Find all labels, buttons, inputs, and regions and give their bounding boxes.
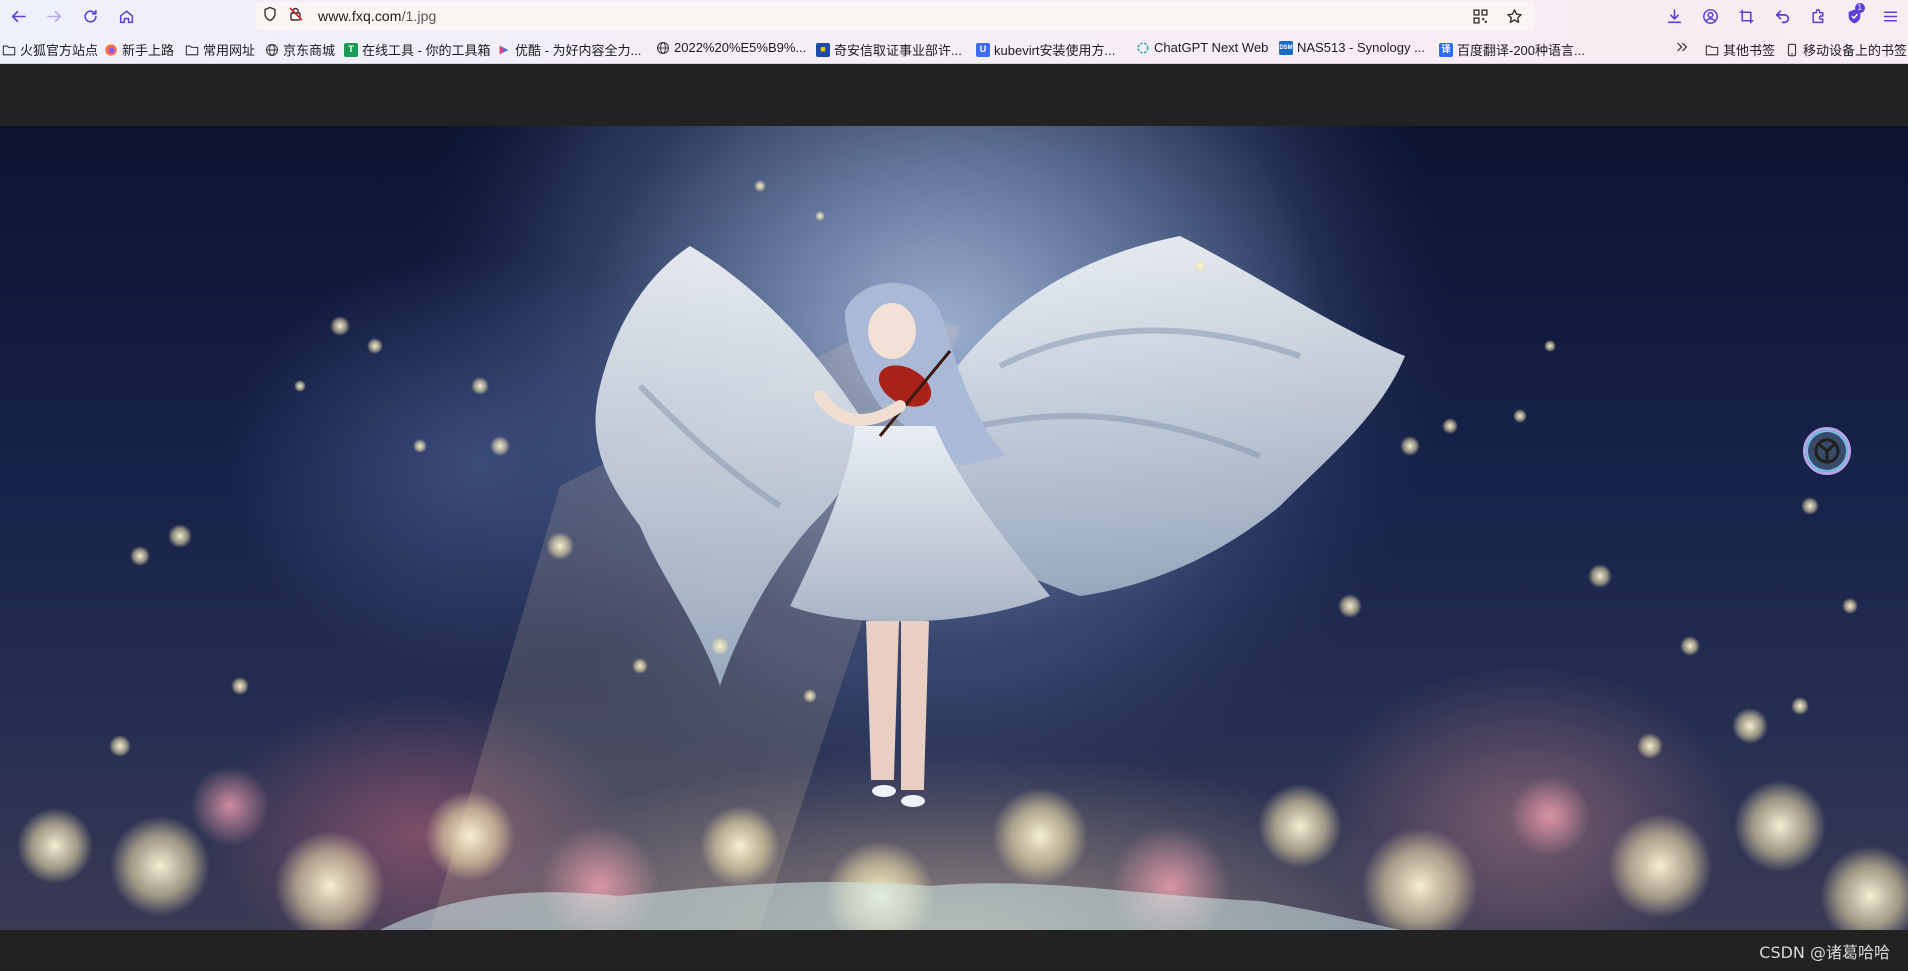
navigation-buttons [4,2,140,30]
wallpaper-image [0,126,1908,930]
bookmark-label: 其他书签 [1723,43,1776,58]
globe-icon [656,41,670,55]
account-icon [1702,8,1718,24]
bookmark-label: ChatGPT Next Web [1154,40,1269,55]
bookmark-label: 优酷 - 为好内容全力... [515,43,642,58]
bookmark-star-button[interactable] [1500,2,1528,30]
bookmark-encoded-url[interactable]: 2022%20%E5%B9%... [656,40,806,55]
chevron-double-right-icon [1675,40,1689,54]
csdn-watermark: CSDN @诸葛哈哈 [1759,943,1890,962]
crop-icon [1739,9,1753,23]
qr-code-icon [1472,8,1488,24]
bookmark-jd-mall[interactable]: 京东商城 [265,40,335,59]
screenshot-crop-button[interactable] [1732,2,1760,30]
bookmark-label: 常用网址 [203,43,256,58]
youku-favicon [497,43,511,57]
url-path: /1.jpg [401,8,437,24]
bookmark-firefox-official[interactable]: 火狐官方站点 [2,40,98,59]
angel-illustration [17,126,1908,930]
page-content: CSDN @诸葛哈哈 [0,65,1908,971]
bookmark-label: NAS513 - Synology ... [1297,40,1425,55]
url-host: www.fxq.com [318,8,402,24]
bookmark-label: 移动设备上的书签 [1803,43,1908,58]
bookmark-label: 2022%20%E5%B9%... [674,40,807,55]
bookmark-qianxin[interactable]: ■ 奇安信取证事业部许... [816,40,962,59]
account-button[interactable] [1696,2,1724,30]
face [868,303,916,359]
qianxin-favicon: ■ [816,42,830,57]
bookmark-label: kubevirt安装使用方... [994,43,1116,58]
bookmark-label: 在线工具 - 你的工具箱 [362,43,491,58]
floating-extension-button[interactable] [1803,427,1851,475]
home-button[interactable] [112,2,140,30]
url-text[interactable]: www.fxq.com/1.jpg [318,8,436,24]
folder-icon [2,43,16,57]
puzzle-icon [1811,8,1823,23]
downloads-button[interactable] [1660,2,1688,30]
globe-icon [265,43,279,57]
tool-favicon: T [344,42,358,57]
bookmark-youku[interactable]: 优酷 - 为好内容全力... [497,40,641,59]
baidu-translate-favicon: 译 [1439,42,1453,57]
url-bar[interactable]: www.fxq.com/1.jpg [256,2,1534,30]
floating-extension-icon [1814,438,1840,464]
download-icon [1667,8,1681,23]
bookmark-chatgpt-next-web[interactable]: ChatGPT Next Web [1136,40,1268,55]
bookmark-kubevirt[interactable]: U kubevirt安装使用方... [976,40,1115,59]
bookmark-mobile-bookmarks[interactable]: 移动设备上的书签 [1785,40,1907,59]
forward-button[interactable] [40,2,68,30]
bookmark-label: 新手上路 [122,43,175,58]
firefox-icon [104,43,118,57]
bookmarks-toolbar: 火狐官方站点 新手上路 常用网址 京东商城 T 在线工具 - 你的工具箱 优酷 … [0,32,1908,64]
bookmark-label: 奇安信取证事业部许... [834,43,962,58]
shield-icon[interactable] [262,6,278,27]
bookmark-label: 火狐官方站点 [20,43,99,58]
arrow-left-icon [11,10,26,22]
folder-icon [185,43,199,57]
bookmark-online-tools[interactable]: T 在线工具 - 你的工具箱 [344,40,491,59]
hamburger-menu-icon [1883,10,1897,22]
back-button[interactable] [4,2,32,30]
home-icon [119,9,133,23]
extensions-button[interactable] [1804,2,1832,30]
bookmark-nas-synology[interactable]: DSM NAS513 - Synology ... [1279,40,1425,55]
browser-toolbar: www.fxq.com/1.jpg 1 [0,0,1908,32]
reload-button[interactable] [76,2,104,30]
insecure-lock-icon[interactable] [288,6,304,27]
arrow-right-icon [46,10,61,22]
qr-code-button[interactable] [1466,2,1494,30]
dsm-favicon: DSM [1279,40,1293,55]
bookmark-baidu-translate[interactable]: 译 百度翻译-200种语言... [1439,40,1585,59]
bookmark-common-sites[interactable]: 常用网址 [185,40,255,59]
bookmark-label: 百度翻译-200种语言... [1457,43,1585,58]
reload-icon [83,9,97,23]
bookmark-label: 京东商城 [283,43,336,58]
extension-shield-button[interactable]: 1 [1840,2,1868,30]
folder-icon [1705,43,1719,57]
u-favicon: U [976,42,990,57]
extension-badge: 1 [1854,3,1865,13]
app-menu-button[interactable] [1876,2,1904,30]
bookmark-other-bookmarks[interactable]: 其他书签 [1705,40,1775,59]
bookmark-getting-started[interactable]: 新手上路 [104,40,174,59]
undo-arrow-icon [1775,9,1789,23]
star-icon [1506,8,1522,23]
bookmarks-overflow-button[interactable] [1675,40,1689,54]
mobile-icon [1785,43,1799,57]
toolbar-right-buttons: 1 [1660,2,1904,30]
undo-button[interactable] [1768,2,1796,30]
chatgpt-favicon [1136,41,1150,55]
